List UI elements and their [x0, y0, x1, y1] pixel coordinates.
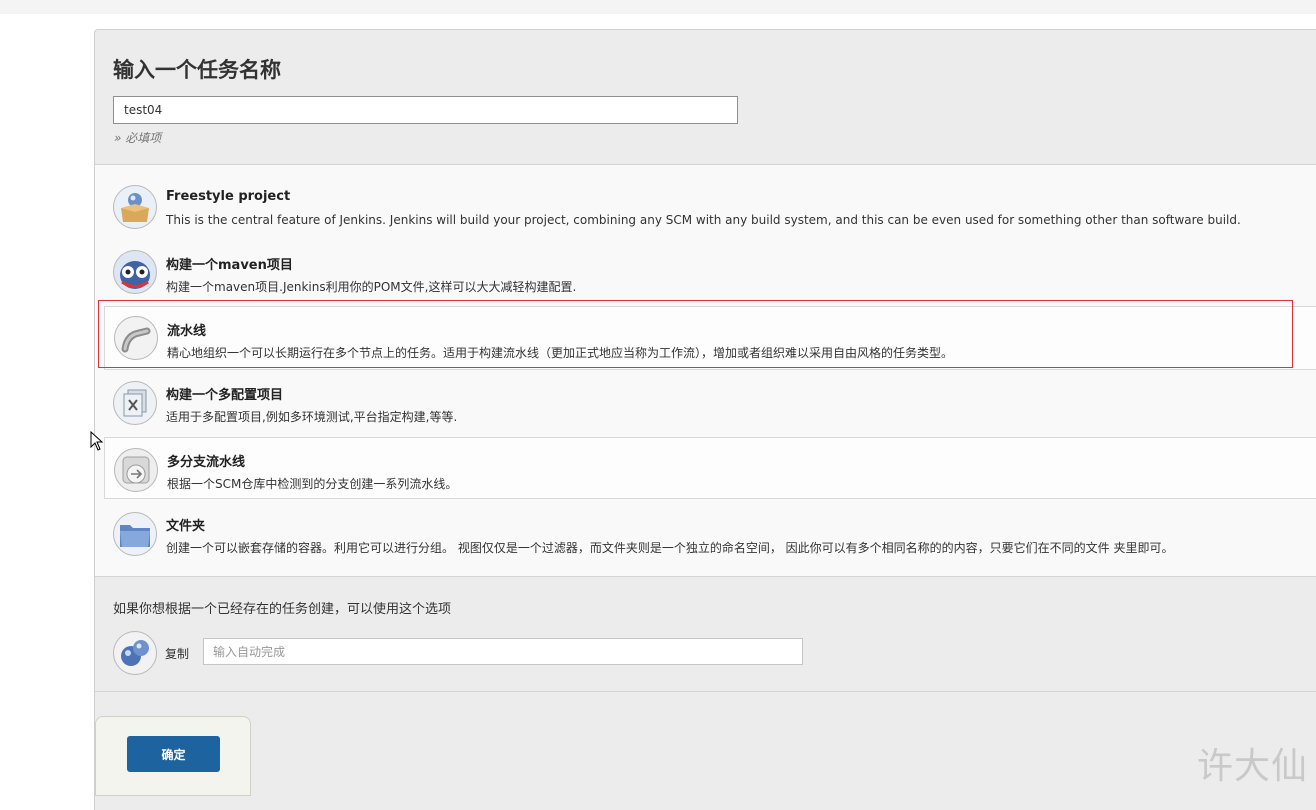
job-type-multi-config[interactable]: 构建一个多配置项目 适用于多配置项目,例如多环境测试,平台指定构建,等等.: [104, 373, 1316, 435]
copy-spheres-icon: [113, 631, 157, 675]
job-type-title: 流水线: [167, 324, 207, 339]
page-title: 输入一个任务名称: [113, 58, 281, 82]
job-type-title: 构建一个maven项目: [166, 258, 293, 273]
job-type-description: 精心地组织一个可以长期运行在多个节点上的任务。适用于构建流水线（更加正式地应当称…: [167, 346, 954, 360]
job-type-maven[interactable]: 构建一个maven项目 构建一个maven项目.Jenkins利用你的POM文件…: [104, 243, 1316, 305]
item-name-input[interactable]: [113, 96, 738, 124]
copy-label: 复制: [165, 647, 190, 661]
job-type-description: 适用于多配置项目,例如多环境测试,平台指定构建,等等.: [166, 410, 458, 424]
folder-icon: [113, 512, 157, 556]
job-type-pipeline[interactable]: 流水线 精心地组织一个可以长期运行在多个节点上的任务。适用于构建流水线（更加正式…: [104, 306, 1316, 370]
maven-owl-icon: [113, 250, 157, 294]
job-type-description: 根据一个SCM仓库中检测到的分支创建一系列流水线。: [167, 477, 458, 491]
job-type-title: 多分支流水线: [167, 455, 246, 470]
top-bar: [0, 0, 1316, 14]
job-type-title: 文件夹: [166, 519, 206, 534]
job-type-folder[interactable]: 文件夹 创建一个可以嵌套存储的容器。利用它可以进行分组。 视图仅仅是一个过滤器，…: [104, 504, 1316, 566]
job-type-freestyle[interactable]: Freestyle project This is the central fe…: [104, 177, 1316, 239]
job-type-title: 构建一个多配置项目: [166, 388, 284, 403]
freestyle-box-icon: [113, 185, 157, 229]
copy-hint: 如果你想根据一个已经存在的任务创建，可以使用这个选项: [113, 602, 452, 617]
required-note: » 必填项: [114, 131, 162, 145]
job-type-description: This is the central feature of Jenkins. …: [166, 213, 1241, 227]
mouse-cursor-icon: [90, 430, 104, 455]
job-type-description: 构建一个maven项目.Jenkins利用你的POM文件,这样可以大大减轻构建配…: [166, 280, 577, 294]
ok-button[interactable]: 确定: [127, 736, 220, 772]
multi-config-icon: [113, 381, 157, 425]
job-type-multibranch[interactable]: 多分支流水线 根据一个SCM仓库中检测到的分支创建一系列流水线。: [104, 437, 1316, 499]
divider: [95, 691, 1316, 692]
divider: [95, 576, 1316, 577]
job-type-description: 创建一个可以嵌套存储的容器。利用它可以进行分组。 视图仅仅是一个过滤器，而文件夹…: [166, 541, 1174, 555]
multibranch-icon: [114, 448, 158, 492]
copy-from-input[interactable]: [203, 638, 803, 665]
pipeline-icon: [114, 316, 158, 360]
watermark: 许大仙: [1197, 746, 1309, 787]
job-type-title: Freestyle project: [166, 189, 291, 204]
